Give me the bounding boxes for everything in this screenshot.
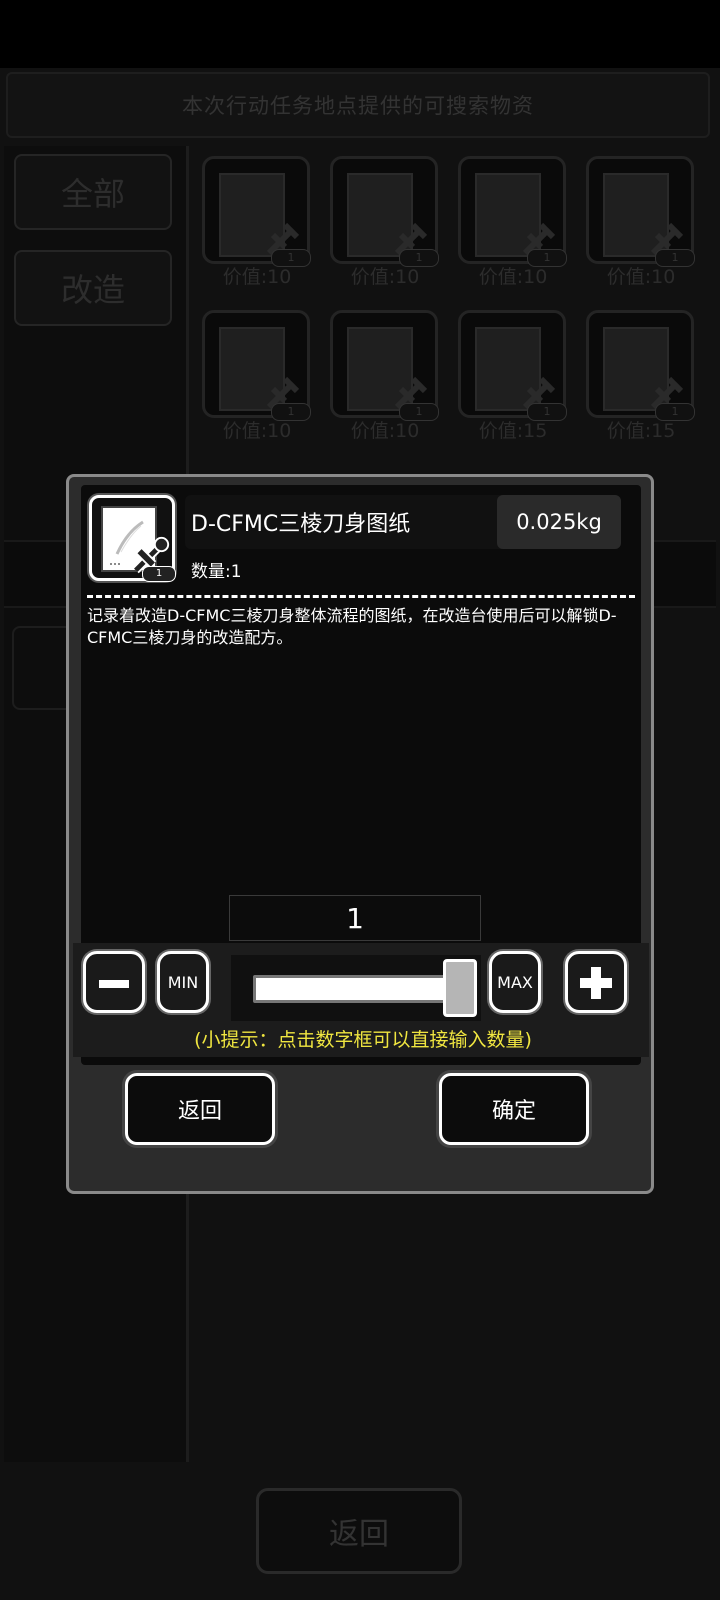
item-slot[interactable]: 1 价值:15: [582, 304, 700, 450]
item-value: 价值:10: [606, 266, 676, 288]
item-icon-frame: 1: [89, 495, 176, 582]
item-slot[interactable]: 1 价值:10: [198, 304, 316, 450]
quantity-slider[interactable]: [231, 955, 481, 1021]
input-tip: (小提示：点击数字框可以直接输入数量): [194, 1029, 532, 1051]
item-value: 价值:10: [350, 420, 420, 442]
item-slot[interactable]: 1 价值:15: [454, 304, 572, 450]
back-button[interactable]: 返回: [125, 1073, 275, 1145]
item-count-badge: 1: [142, 566, 176, 582]
increment-button[interactable]: [565, 951, 627, 1013]
item-value: 价值:10: [222, 420, 292, 442]
item-slot[interactable]: 1 价值:10: [454, 150, 572, 296]
min-button[interactable]: MIN: [157, 951, 209, 1013]
item-quantity-dialog: 1 D-CFMC三棱刀身图纸 0.025kg 数量:1 记录着改造D-CFMC三…: [66, 474, 654, 1194]
item-value: 价值:10: [222, 266, 292, 288]
item-value: 价值:15: [606, 420, 676, 442]
item-weight: 0.025kg: [497, 495, 621, 549]
searchable-items-title: 本次行动任务地点提供的可搜索物资: [6, 72, 710, 138]
item-slot[interactable]: 1 价值:10: [326, 304, 444, 450]
item-description: 记录着改造D-CFMC三棱刀身整体流程的图纸，在改造台使用后可以解锁D-CFMC…: [87, 606, 617, 647]
item-slot[interactable]: 1 价值:10: [582, 150, 700, 296]
decrement-button[interactable]: [83, 951, 145, 1013]
item-value: 价值:15: [478, 420, 548, 442]
item-slot[interactable]: 1 价值:10: [198, 150, 316, 296]
minus-icon: [99, 980, 129, 988]
tab-all[interactable]: 全部: [14, 154, 172, 230]
slider-handle[interactable]: [443, 959, 477, 1017]
background-back-button[interactable]: 返回: [256, 1488, 462, 1574]
item-quantity-label: 数量:1: [191, 562, 242, 582]
max-button[interactable]: MAX: [489, 951, 541, 1013]
dashed-divider: [87, 595, 635, 598]
item-value: 价值:10: [350, 266, 420, 288]
item-name: D-CFMC三棱刀身图纸: [191, 512, 411, 537]
item-name-bar: D-CFMC三棱刀身图纸 0.025kg: [185, 495, 621, 549]
tab-modify[interactable]: 改造: [14, 250, 172, 326]
item-value: 价值:10: [478, 266, 548, 288]
item-slot[interactable]: 1 价值:10: [326, 150, 444, 296]
slider-fill: [253, 975, 449, 1003]
quantity-input[interactable]: 1: [229, 895, 481, 941]
confirm-button[interactable]: 确定: [439, 1073, 589, 1145]
